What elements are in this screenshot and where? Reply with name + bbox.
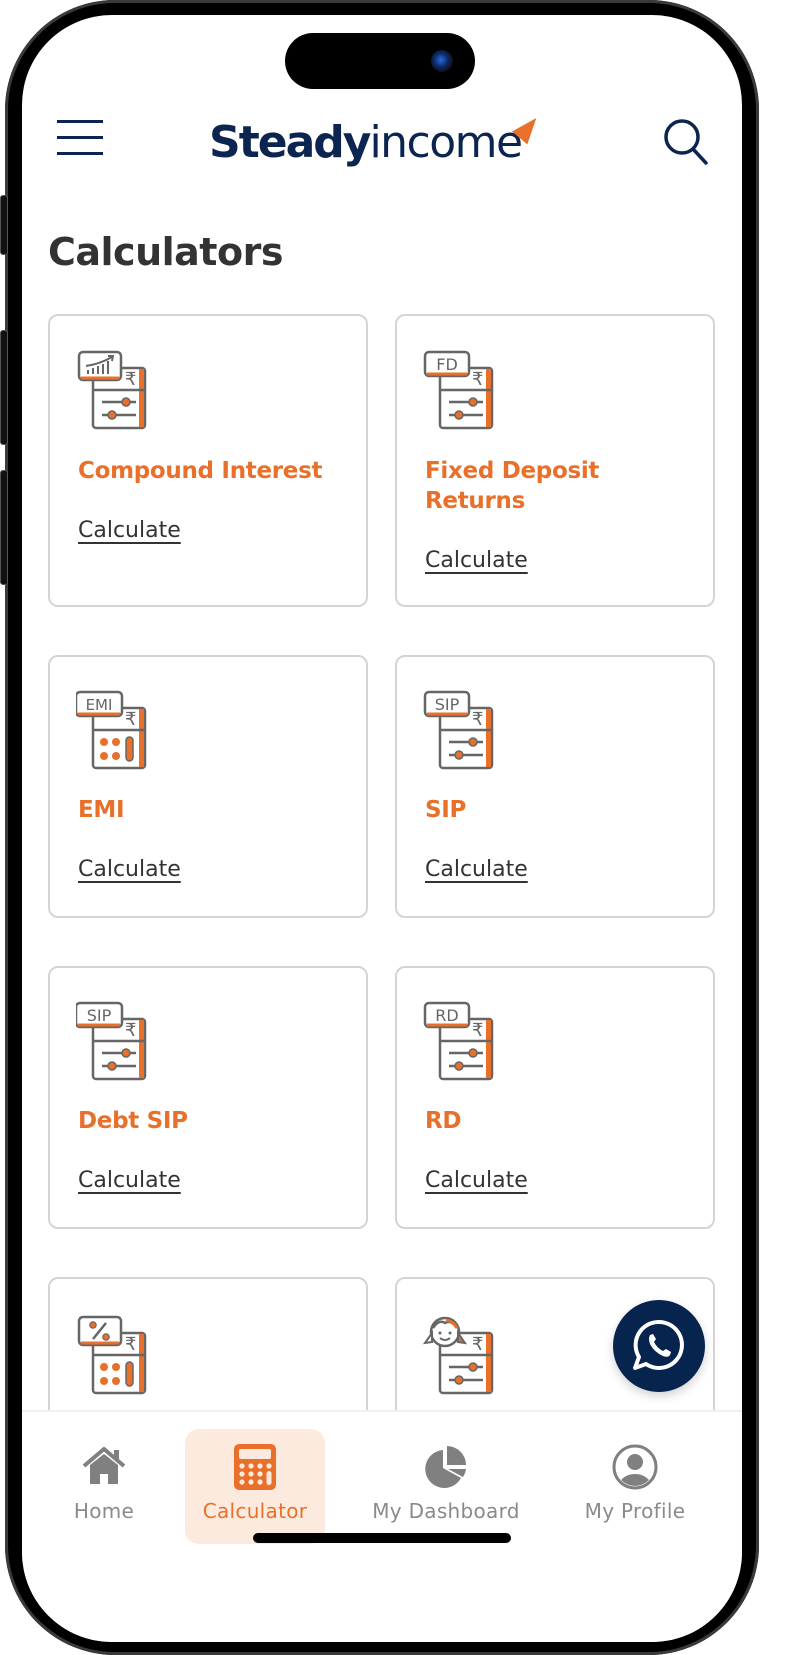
- card-title: EMI: [78, 797, 125, 823]
- rd-calculator-icon: RD: [423, 1001, 494, 1081]
- emi-calculator-icon: EMI: [76, 690, 147, 770]
- card-title: SIP: [425, 797, 467, 823]
- dynamic-island: [285, 33, 475, 89]
- app-screen: Steadyincome Calculators ₹: [22, 15, 742, 1642]
- card-title: Debt SIP: [78, 1108, 188, 1134]
- compound-interest-calculator-icon: [77, 350, 147, 430]
- bottom-navigation: Home Calculator My Dashboard My Profile: [22, 1410, 742, 1642]
- card-title: Compound Interest: [78, 458, 323, 484]
- whatsapp-icon: [633, 1319, 684, 1370]
- calculate-link[interactable]: Calculate: [425, 1168, 528, 1193]
- card-title: RD: [425, 1108, 462, 1134]
- whatsapp-fab-button[interactable]: [613, 1300, 705, 1392]
- svg-text:RD: RD: [435, 1006, 458, 1025]
- volume-up-button: [0, 330, 8, 445]
- nav-home[interactable]: Home: [34, 1412, 174, 1542]
- nav-calculator[interactable]: Calculator: [185, 1429, 325, 1544]
- calculator-card[interactable]: EMI EMI Calculate: [48, 655, 368, 918]
- user-profile-icon: [612, 1444, 658, 1490]
- nav-label: My Profile: [584, 1499, 686, 1523]
- calculator-card[interactable]: Compound Interest Calculate: [48, 314, 368, 607]
- calculate-link[interactable]: Calculate: [425, 857, 528, 882]
- action-button: [0, 195, 8, 255]
- pie-chart-icon: [425, 1446, 466, 1488]
- home-icon: [82, 1447, 126, 1484]
- debt-sip-calculator-icon: SIP: [76, 1001, 147, 1081]
- calculate-link[interactable]: Calculate: [425, 548, 528, 573]
- svg-text:SIP: SIP: [435, 695, 460, 714]
- girl-child-calculator-icon: [423, 1316, 494, 1395]
- svg-text:SIP: SIP: [87, 1006, 112, 1025]
- fd-calculator-icon: FD: [423, 350, 494, 430]
- logo-text-light: income: [369, 117, 523, 168]
- nav-label: My Dashboard: [372, 1499, 520, 1523]
- calculate-link[interactable]: Calculate: [78, 1168, 181, 1193]
- svg-text:FD: FD: [436, 355, 458, 374]
- nav-label: Calculator: [202, 1499, 308, 1523]
- volume-down-button: [0, 470, 8, 585]
- calculator-card[interactable]: RD RD Calculate: [395, 966, 715, 1229]
- nav-my-dashboard[interactable]: My Dashboard: [372, 1412, 519, 1542]
- percent-calculator-icon: [77, 1315, 147, 1395]
- calculator-card[interactable]: FD Fixed Deposit Returns Calculate: [395, 314, 715, 607]
- logo-text-bold: Steady: [209, 117, 371, 168]
- front-camera: [431, 50, 453, 72]
- card-title: Fixed Deposit Returns: [425, 458, 600, 514]
- search-icon[interactable]: [662, 117, 710, 165]
- calculate-link[interactable]: Calculate: [78, 518, 181, 543]
- page-title: Calculators: [48, 230, 283, 274]
- hamburger-menu-icon[interactable]: [57, 120, 105, 156]
- sip-calculator-icon: SIP: [423, 690, 494, 770]
- svg-text:EMI: EMI: [86, 696, 113, 714]
- calculator-card[interactable]: SIP SIP Calculate: [395, 655, 715, 918]
- calculator-icon: [234, 1444, 276, 1490]
- app-header: Steady income: [22, 105, 742, 175]
- steadyincome-logo[interactable]: Steady income: [209, 111, 544, 173]
- nav-my-profile[interactable]: My Profile: [565, 1412, 705, 1542]
- home-indicator[interactable]: [253, 1533, 511, 1543]
- calculator-card[interactable]: SIP Debt SIP Calculate: [48, 966, 368, 1229]
- calculate-link[interactable]: Calculate: [78, 857, 181, 882]
